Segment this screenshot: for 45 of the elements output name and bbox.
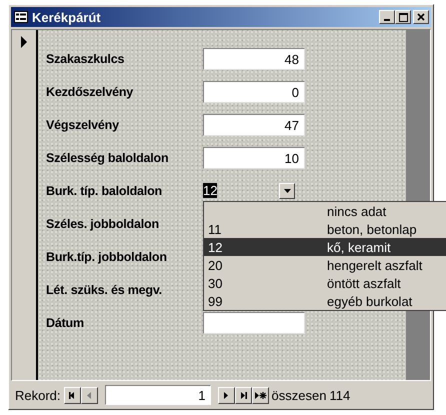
close-icon [417,13,425,21]
last-icon [238,390,248,400]
maximize-button[interactable] [395,10,411,24]
first-record-button[interactable] [64,386,81,404]
field-label: Lét. szüks. és megv. [46,282,163,296]
input-field[interactable]: 0 [203,80,305,102]
record-label: Rekord: [15,388,61,402]
field-label: Dátum [46,316,85,330]
input-field[interactable] [203,312,305,334]
field-label: Szakaszkulcs [46,52,126,66]
record-count: 114 [329,388,350,402]
form-icon [14,11,28,23]
input-field[interactable]: 47 [203,114,305,136]
dropdown-button[interactable] [279,182,295,198]
total-label: összesen [272,388,326,402]
dropdown-option[interactable]: 12 kő, keramit [204,238,446,256]
new-record-button[interactable] [252,386,269,404]
first-icon [68,390,77,400]
field-label: Burk. típ. baloldalon [46,184,163,198]
dropdown-option[interactable]: 20 hengerelt aszfalt [204,256,446,274]
previous-record-button[interactable] [80,386,98,404]
new-record-icon [254,390,267,400]
current-record-icon [20,36,28,48]
input-field[interactable]: 48 [203,48,305,70]
dropdown-option[interactable]: 30 öntött aszfalt [204,274,446,292]
close-button[interactable] [413,10,429,24]
window-title: Kerékpárút [32,10,102,24]
input-field[interactable]: 10 [203,146,305,168]
combo-value: 12 [203,183,218,198]
field-label: Burk.típ. jobboldalon [46,250,168,264]
field-label: Kezdőszelvény [46,84,134,98]
dropdown-option[interactable]: 11 beton, betonlap [204,220,446,238]
next-record-button[interactable] [218,386,235,404]
maximize-icon [398,12,408,22]
caret-icon [284,188,290,192]
last-record-button[interactable] [234,386,252,404]
field-label: Széles. jobboldalon [46,216,160,230]
field-label: Végszelvény [46,118,120,132]
previous-icon [84,390,94,400]
combo-box[interactable]: 12 [203,180,295,200]
minimize-button[interactable] [379,10,395,24]
dropdown-option[interactable]: nincs adat [204,202,446,220]
record-number-field[interactable]: 1 [104,385,211,405]
dropdown-option[interactable]: 99 egyéb burkolat [204,292,446,310]
field-label: Szélesség baloldalon [46,150,170,164]
